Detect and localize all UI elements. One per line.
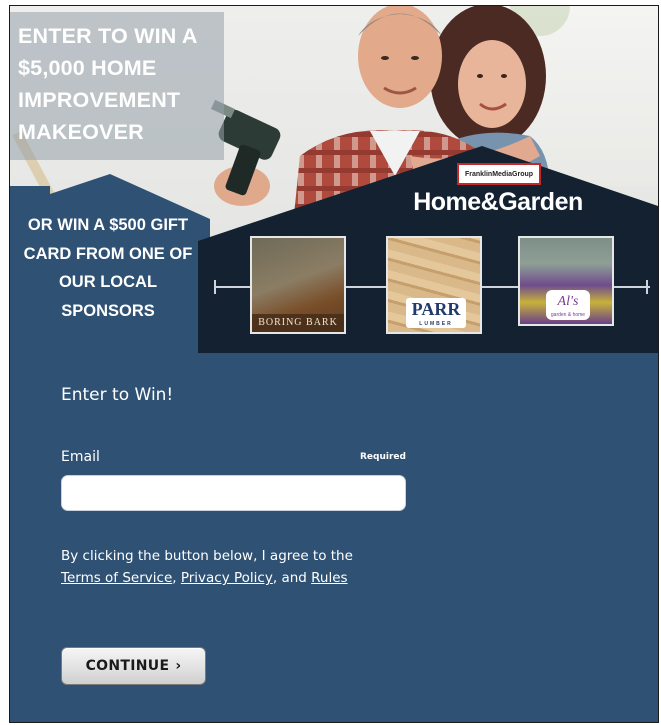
rules-link[interactable]: Rules xyxy=(311,570,347,586)
privacy-policy-link[interactable]: Privacy Policy xyxy=(181,570,273,586)
terms-of-service-link[interactable]: Terms of Service xyxy=(61,570,172,586)
agreement-separator: , xyxy=(172,570,181,586)
agreement-prefix: By clicking the button below, I agree to… xyxy=(61,548,353,564)
sponsor-parr-label: PARR xyxy=(411,299,461,319)
connector-end-left xyxy=(214,280,216,294)
chevron-right-icon: › xyxy=(175,658,182,674)
sponsor-parr-logo: PARR LUMBER xyxy=(406,298,466,328)
sponsor-boring-bark-label: BORING BARK xyxy=(252,314,344,332)
required-label: Required xyxy=(360,452,406,462)
subhead: OR WIN A $500 GIFT CARD FROM ONE OF OUR … xyxy=(23,216,193,320)
agreement-text: By clicking the button below, I agree to… xyxy=(61,545,391,589)
sponsor-als-label: Al's xyxy=(557,294,579,309)
promo-frame: ENTER TO WIN A $5,000 HOME IMPROVEMENT M… xyxy=(9,5,659,723)
continue-label: CONTINUE xyxy=(85,658,170,674)
entry-form: Enter to Win! Email Required By clicking… xyxy=(10,353,658,722)
sponsor-als-sub: garden & home xyxy=(550,312,586,318)
form-title: Enter to Win! xyxy=(61,385,174,405)
sponsor-parr-lumber: PARR LUMBER xyxy=(386,236,482,334)
continue-button[interactable]: CONTINUE › xyxy=(61,647,206,685)
hero-banner: ENTER TO WIN A $5,000 HOME IMPROVEMENT M… xyxy=(10,6,658,353)
sponsor-als-garden: Al's garden & home xyxy=(518,236,614,326)
headline: ENTER TO WIN A $5,000 HOME IMPROVEMENT M… xyxy=(18,24,197,144)
agreement-and: , and xyxy=(272,570,312,586)
brand-title: Home&Garden xyxy=(413,188,583,216)
sponsor-als-logo: Al's garden & home xyxy=(546,290,590,320)
brand-logo: FranklinMediaGroup xyxy=(457,163,541,185)
connector-end-right xyxy=(646,280,648,294)
email-field[interactable] xyxy=(61,475,406,511)
sponsor-parr-sub: LUMBER xyxy=(419,321,453,327)
email-label: Email xyxy=(61,449,100,465)
sponsor-boring-bark: BORING BARK xyxy=(250,236,346,334)
